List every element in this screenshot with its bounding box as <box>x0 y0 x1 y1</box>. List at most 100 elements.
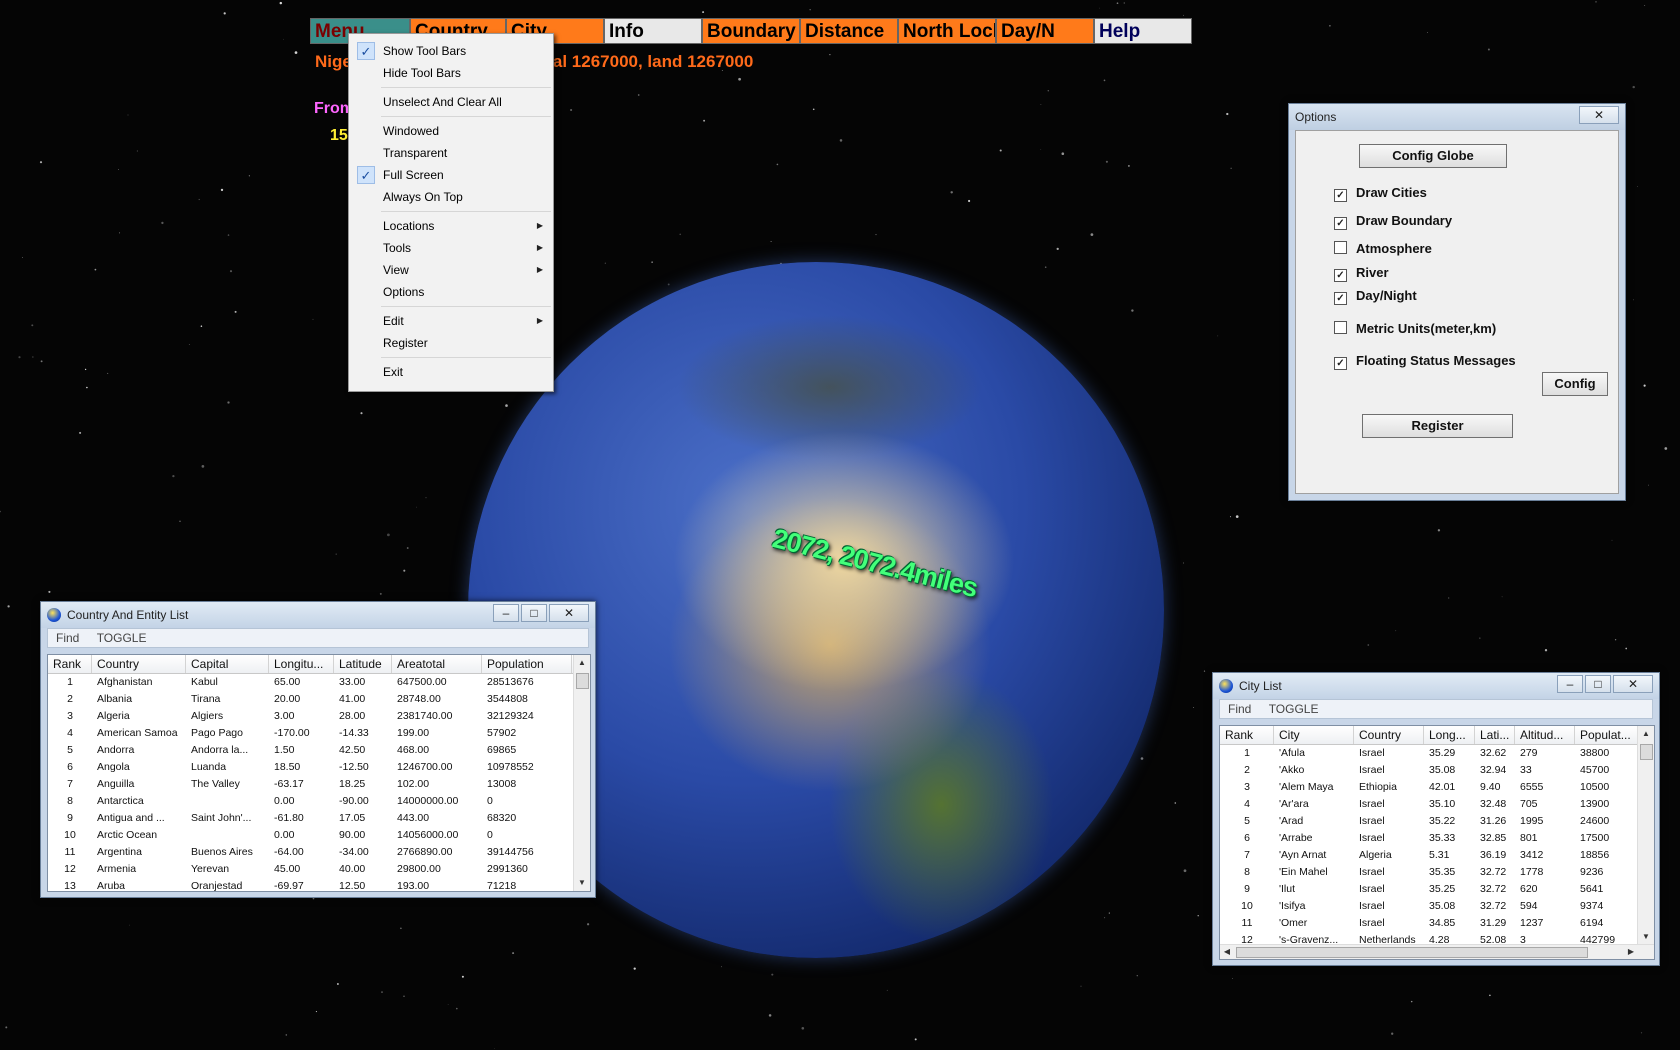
toolbar-button-distance[interactable]: Distance <box>800 18 898 44</box>
toolbar-button-help[interactable]: Help <box>1094 18 1192 44</box>
column-header[interactable]: Rank <box>48 655 92 673</box>
checkbox-day-night[interactable]: ✓ Day/Night <box>1334 287 1417 305</box>
table-row[interactable]: 9 'Ilut Israel 35.25 32.72 620 5641 <box>1220 881 1654 898</box>
menu-toggle[interactable]: TOGGLE <box>97 631 147 645</box>
scroll-right-icon[interactable]: ▶ <box>1624 945 1638 959</box>
table-row[interactable]: 2 Albania Tirana 20.00 41.00 28748.00 3544808 <box>48 691 590 708</box>
maximize-button[interactable]: □ <box>1585 675 1611 693</box>
table-row[interactable]: 3 'Alem Maya Ethiopia 42.01 9.40 6555 10500 <box>1220 779 1654 796</box>
column-header[interactable]: Capital <box>186 655 269 673</box>
checkbox-box[interactable]: ✓ <box>1334 357 1347 370</box>
minimize-button[interactable]: – <box>493 604 519 622</box>
table-row[interactable]: 9 Antigua and ... Saint John'... -61.80 17.0… <box>48 810 590 827</box>
menu-item-register[interactable]: Register <box>349 332 553 354</box>
scroll-up-icon[interactable]: ▲ <box>1638 726 1654 742</box>
scroll-thumb[interactable] <box>1640 744 1653 760</box>
table-row[interactable]: 4 'Ar'ara Israel 35.10 32.48 705 13900 <box>1220 796 1654 813</box>
menu-item-unselect-and-clear-all[interactable]: Unselect And Clear All <box>349 91 553 113</box>
checkbox-draw-boundary[interactable]: ✓ Draw Boundary <box>1334 212 1452 230</box>
country-table-scrollbar[interactable]: ▲ ▼ <box>573 655 590 891</box>
column-header[interactable]: Population <box>482 655 572 673</box>
table-row[interactable]: 1 Afghanistan Kabul 65.00 33.00 647500.00 2851… <box>48 674 590 691</box>
table-row[interactable]: 12 Armenia Yerevan 45.00 40.00 29800.00 299136… <box>48 861 590 878</box>
menu-toggle[interactable]: TOGGLE <box>1269 702 1319 716</box>
column-header[interactable]: Lati... <box>1475 726 1515 744</box>
column-header[interactable]: Populat... <box>1575 726 1639 744</box>
column-header[interactable]: Areatotal <box>392 655 482 673</box>
checkbox-box[interactable] <box>1334 321 1347 334</box>
table-row[interactable]: 6 'Arrabe Israel 35.33 32.85 801 17500 <box>1220 830 1654 847</box>
toolbar-button-info[interactable]: Info <box>604 18 702 44</box>
scroll-thumb[interactable] <box>576 673 589 689</box>
column-header[interactable]: Country <box>1354 726 1424 744</box>
table-row[interactable]: 10 Arctic Ocean 0.00 90.00 14056000.00 0 <box>48 827 590 844</box>
config-status-button[interactable]: Config <box>1542 372 1608 396</box>
table-row[interactable]: 5 Andorra Andorra la... 1.50 42.50 468.00 6986… <box>48 742 590 759</box>
table-row[interactable]: 11 Argentina Buenos Aires -64.00 -34.00 27668… <box>48 844 590 861</box>
menu-find[interactable]: Find <box>56 631 79 645</box>
checkbox-draw-cities[interactable]: ✓ Draw Cities <box>1334 184 1427 202</box>
scroll-down-icon[interactable]: ▼ <box>574 875 590 891</box>
column-header[interactable]: City <box>1274 726 1354 744</box>
menu-item-tools[interactable]: Tools ▶ <box>349 237 553 259</box>
menu-item-always-on-top[interactable]: Always On Top <box>349 186 553 208</box>
table-row[interactable]: 2 'Akko Israel 35.08 32.94 33 45700 <box>1220 762 1654 779</box>
city-table-vscrollbar[interactable]: ▲ ▼ <box>1637 726 1654 945</box>
menu-item-locations[interactable]: Locations ▶ <box>349 215 553 237</box>
checkbox-box[interactable] <box>1334 241 1347 254</box>
table-row[interactable]: 3 Algeria Algiers 3.00 28.00 2381740.00 321293… <box>48 708 590 725</box>
table-row[interactable]: 8 Antarctica 0.00 -90.00 14000000.00 0 <box>48 793 590 810</box>
checkbox-box[interactable]: ✓ <box>1334 217 1347 230</box>
register-button[interactable]: Register <box>1362 414 1513 438</box>
menu-item-view[interactable]: View ▶ <box>349 259 553 281</box>
checkbox-river[interactable]: ✓ River <box>1334 264 1389 282</box>
city-list-titlebar[interactable]: City List – □ ✕ <box>1213 673 1659 699</box>
table-row[interactable]: 6 Angola Luanda 18.50 -12.50 1246700.00 109785… <box>48 759 590 776</box>
menu-item-hide-tool-bars[interactable]: Hide Tool Bars <box>349 62 553 84</box>
table-row[interactable]: 13 Aruba Oranjestad -69.97 12.50 193.00 71218 <box>48 878 590 891</box>
table-row[interactable]: 7 'Ayn Arnat Algeria 5.31 36.19 3412 18856 <box>1220 847 1654 864</box>
country-list-titlebar[interactable]: Country And Entity List – □ ✕ <box>41 602 595 628</box>
table-row[interactable]: 10 'Isifya Israel 35.08 32.72 594 9374 <box>1220 898 1654 915</box>
checkbox-box[interactable]: ✓ <box>1334 292 1347 305</box>
column-header[interactable]: Longitu... <box>269 655 334 673</box>
table-row[interactable]: 1 'Afula Israel 35.29 32.62 279 38800 <box>1220 745 1654 762</box>
column-header[interactable]: Country <box>92 655 186 673</box>
menu-item-options[interactable]: Options <box>349 281 553 303</box>
scroll-up-icon[interactable]: ▲ <box>574 655 590 671</box>
column-header[interactable]: Altitud... <box>1515 726 1575 744</box>
table-row[interactable]: 11 'Omer Israel 34.85 31.29 1237 6194 <box>1220 915 1654 932</box>
toolbar-button-day-n[interactable]: Day/N <box>996 18 1094 44</box>
close-button[interactable]: ✕ <box>1613 675 1653 693</box>
menu-item-show-tool-bars[interactable]: ✓ Show Tool Bars <box>349 40 553 62</box>
column-header[interactable]: Rank <box>1220 726 1274 744</box>
table-row[interactable]: 7 Anguilla The Valley -63.17 18.25 102.00 1300… <box>48 776 590 793</box>
toolbar-button-north-lock[interactable]: North Lock <box>898 18 996 44</box>
minimize-button[interactable]: – <box>1557 675 1583 693</box>
checkbox-atmosphere[interactable]: Atmosphere <box>1334 240 1432 258</box>
hscroll-thumb[interactable] <box>1236 947 1588 958</box>
scroll-down-icon[interactable]: ▼ <box>1638 929 1654 945</box>
options-close-button[interactable]: ✕ <box>1579 106 1619 124</box>
menu-item-full-screen[interactable]: ✓ Full Screen <box>349 164 553 186</box>
maximize-button[interactable]: □ <box>521 604 547 622</box>
menu-item-exit[interactable]: Exit <box>349 361 553 383</box>
config-globe-button[interactable]: Config Globe <box>1359 144 1507 168</box>
table-row[interactable]: 4 American Samoa Pago Pago -170.00 -14.33 199… <box>48 725 590 742</box>
checkbox-metric-units-meter-km-[interactable]: Metric Units(meter,km) <box>1334 320 1496 338</box>
checkbox-box[interactable]: ✓ <box>1334 189 1347 202</box>
checkbox-floating-status-messages[interactable]: ✓ Floating Status Messages <box>1334 352 1516 370</box>
close-button[interactable]: ✕ <box>549 604 589 622</box>
menu-item-transparent[interactable]: Transparent <box>349 142 553 164</box>
checkbox-box[interactable]: ✓ <box>1334 269 1347 282</box>
menu-item-windowed[interactable]: Windowed <box>349 120 553 142</box>
scroll-left-icon[interactable]: ◀ <box>1220 945 1234 959</box>
city-table-hscrollbar[interactable]: ◀ ▶ <box>1220 944 1654 959</box>
menu-find[interactable]: Find <box>1228 702 1251 716</box>
column-header[interactable]: Latitude <box>334 655 392 673</box>
toolbar-button-boundary[interactable]: Boundary <box>702 18 800 44</box>
table-row[interactable]: 5 'Arad Israel 35.22 31.26 1995 24600 <box>1220 813 1654 830</box>
menu-item-edit[interactable]: Edit ▶ <box>349 310 553 332</box>
table-row[interactable]: 8 'Ein Mahel Israel 35.35 32.72 1778 9236 <box>1220 864 1654 881</box>
options-titlebar[interactable]: Options ✕ <box>1289 104 1625 130</box>
